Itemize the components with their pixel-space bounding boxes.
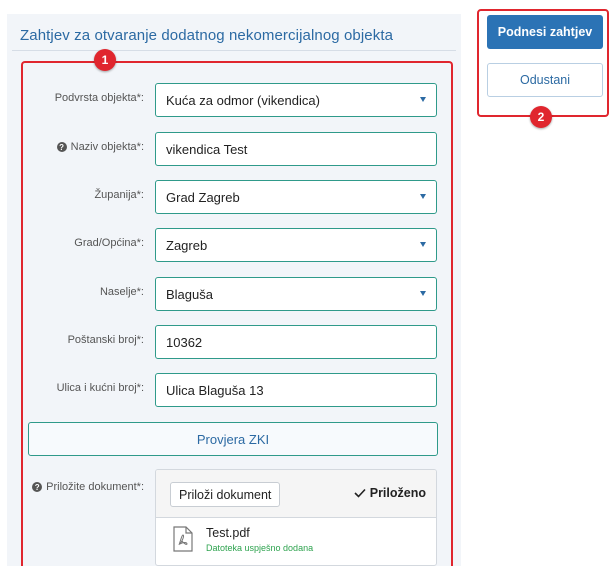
form-highlight-frame [21,61,453,566]
actions-highlight-frame [477,9,609,117]
annotation-badge-1: 1 [94,49,116,71]
title-divider [12,50,456,51]
form-title: Zahtjev za otvaranje dodatnog nekomercij… [20,27,394,44]
annotation-badge-2: 2 [530,106,552,128]
